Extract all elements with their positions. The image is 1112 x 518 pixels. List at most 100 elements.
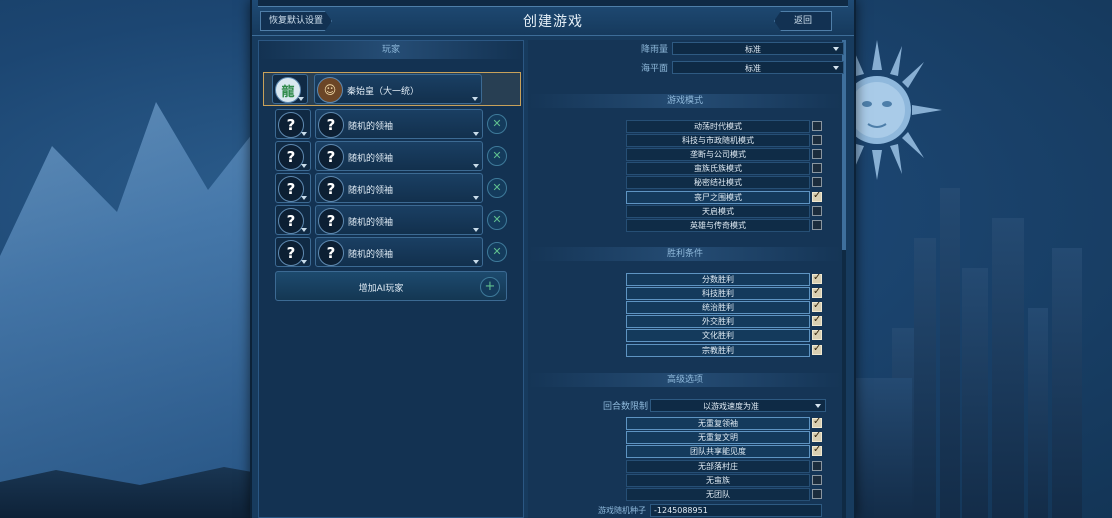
checkbox-option[interactable]: 蛮族氏族模式 xyxy=(626,162,824,176)
checkbox-option-label: 无蛮族 xyxy=(626,473,810,487)
checkbox-option[interactable]: 无重复领袖 ✓ xyxy=(626,416,824,430)
leader-selector[interactable]: ? 随机的领袖 xyxy=(315,109,483,139)
rainfall-value: 标准 xyxy=(745,45,761,54)
scrollbar[interactable] xyxy=(842,40,846,518)
game-modes-title: 游戏模式 xyxy=(528,94,842,108)
background-city xyxy=(852,158,1112,518)
checkbox-option[interactable]: 统治胜利 ✓ xyxy=(626,300,824,315)
checkbox-option-label: 英雄与传奇模式 xyxy=(626,218,810,232)
remove-player-button[interactable]: ✕ xyxy=(487,210,507,230)
leader-selector[interactable]: ? 随机的领袖 xyxy=(315,141,483,171)
checkbox-option[interactable]: 秘密结社模式 xyxy=(626,176,824,190)
seed-row: 游戏随机种子 -1245088951 xyxy=(598,504,848,518)
checkbox[interactable] xyxy=(812,149,822,160)
add-ai-player-button[interactable]: 增加AI玩家 + xyxy=(275,271,507,301)
remove-player-button[interactable]: ✕ xyxy=(487,178,507,198)
checkbox[interactable] xyxy=(812,135,822,146)
checkbox-option-label: 无团队 xyxy=(626,488,810,501)
checkbox[interactable]: ✓ xyxy=(812,286,822,299)
checkbox[interactable]: ✓ xyxy=(812,416,822,428)
sea-level-dropdown[interactable]: 标准 xyxy=(672,61,844,74)
leader-selector[interactable]: ☺ 秦始皇（大一统） xyxy=(314,74,482,104)
checkbox-option[interactable]: 科技与市政随机模式 xyxy=(626,134,824,148)
checkbox-option-label: 无重复文明 xyxy=(626,431,810,445)
title-bar: 恢复默认设置 创建游戏 返回 xyxy=(252,0,854,36)
chevron-down-icon xyxy=(473,132,479,136)
checkbox[interactable]: ✓ xyxy=(812,272,822,284)
remove-player-button[interactable]: ✕ xyxy=(487,146,507,166)
checkbox-option-label: 动荡时代模式 xyxy=(626,120,810,133)
back-button[interactable]: 返回 xyxy=(774,11,832,31)
civ-selector[interactable]: 龍 xyxy=(272,74,308,104)
sea-level-value: 标准 xyxy=(745,64,761,73)
chevron-down-icon xyxy=(301,164,307,168)
checkmark-icon: ✓ xyxy=(813,314,822,326)
checkbox-option-label: 统治胜利 xyxy=(626,301,810,315)
seed-input[interactable]: -1245088951 xyxy=(650,504,822,517)
checkbox[interactable]: ✓ xyxy=(812,300,822,313)
checkbox-option[interactable]: 分数胜利 ✓ xyxy=(626,272,824,286)
checkbox[interactable] xyxy=(812,177,822,188)
checkbox-option[interactable]: 无蛮族 xyxy=(626,473,824,487)
victory-title: 胜利条件 xyxy=(528,247,842,261)
checkbox[interactable] xyxy=(812,489,822,499)
checkbox[interactable]: ✓ xyxy=(812,328,822,341)
checkbox-option[interactable]: 团队共享能见度 ✓ xyxy=(626,444,824,459)
add-ai-label: 增加AI玩家 xyxy=(358,284,404,294)
checkbox[interactable]: ✓ xyxy=(812,430,822,443)
checkbox[interactable] xyxy=(812,205,822,216)
civ-selector[interactable]: ? xyxy=(275,109,311,139)
chevron-down-icon xyxy=(473,196,479,200)
checkbox[interactable]: ✓ xyxy=(812,314,822,327)
checkbox-option[interactable]: 无团队 xyxy=(626,488,824,501)
checkbox-option[interactable]: 动荡时代模式 xyxy=(626,120,824,133)
leader-name: 随机的领袖 xyxy=(348,218,394,228)
remove-player-button[interactable]: ✕ xyxy=(487,114,507,134)
checkbox[interactable] xyxy=(812,474,822,485)
checkbox-option[interactable]: 无重复文明 ✓ xyxy=(626,430,824,445)
checkbox[interactable] xyxy=(812,460,822,471)
civ-selector[interactable]: ? xyxy=(275,141,311,171)
checkbox[interactable]: ✓ xyxy=(812,444,822,457)
checkbox-option[interactable]: 文化胜利 ✓ xyxy=(626,328,824,343)
checkbox[interactable] xyxy=(812,219,822,230)
player-row-ai: ? ? 随机的领袖 ✕ xyxy=(275,205,507,235)
checkbox[interactable]: ✓ xyxy=(812,343,822,355)
settings-column: 降雨量 标准 海平面 标准 游戏模式 动荡时代模式 科技与市政随机模式 垄断与公司模… xyxy=(528,40,846,518)
player-row-ai: ? ? 随机的领袖 ✕ xyxy=(275,109,507,139)
random-leader-icon: ? xyxy=(318,208,344,234)
checkbox[interactable] xyxy=(812,163,822,174)
checkbox-option-label: 无部落村庄 xyxy=(626,459,810,473)
checkbox-option[interactable]: 天启模式 xyxy=(626,204,824,218)
chevron-down-icon xyxy=(473,228,479,232)
turn-limit-dropdown[interactable]: 以游戏速度为准 xyxy=(650,399,826,412)
civ-selector[interactable]: ? xyxy=(275,237,311,267)
plus-icon: + xyxy=(480,277,500,297)
turn-limit-row: 回合数限制 以游戏速度为准 xyxy=(528,399,846,413)
checkmark-icon: ✓ xyxy=(813,416,822,427)
rainfall-row: 降雨量 标准 xyxy=(528,42,846,56)
checkmark-icon: ✓ xyxy=(813,189,822,201)
civ-selector[interactable]: ? xyxy=(275,173,311,203)
chevron-down-icon xyxy=(473,164,479,168)
remove-player-button[interactable]: ✕ xyxy=(487,242,507,262)
checkbox-option[interactable]: 丧尸之围模式 ✓ xyxy=(626,189,824,204)
checkbox-option[interactable]: 无部落村庄 xyxy=(626,459,824,473)
checkbox-option[interactable]: 外交胜利 ✓ xyxy=(626,314,824,329)
leader-selector[interactable]: ? 随机的领袖 xyxy=(315,205,483,235)
checkbox-option[interactable]: 宗教胜利 ✓ xyxy=(626,343,824,357)
random-leader-icon: ? xyxy=(318,112,344,138)
checkbox-option[interactable]: 科技胜利 ✓ xyxy=(626,286,824,301)
players-column: 玩家 龍 ☺ 秦始皇（大一统） ? ? 随机的领袖 ✕ ? ? 随机的领袖 ✕ … xyxy=(258,40,524,518)
checkbox[interactable]: ✓ xyxy=(812,189,822,202)
leader-selector[interactable]: ? 随机的领袖 xyxy=(315,237,483,267)
checkbox-option-label: 丧尸之围模式 xyxy=(626,190,810,204)
rainfall-dropdown[interactable]: 标准 xyxy=(672,42,844,55)
checkbox-option[interactable]: 垄断与公司模式 xyxy=(626,148,824,162)
checkbox[interactable] xyxy=(812,121,822,131)
checkbox-option-label: 宗教胜利 xyxy=(626,343,810,357)
checkmark-icon: ✓ xyxy=(813,328,822,340)
checkbox-option[interactable]: 英雄与传奇模式 xyxy=(626,218,824,232)
leader-selector[interactable]: ? 随机的领袖 xyxy=(315,173,483,203)
civ-selector[interactable]: ? xyxy=(275,205,311,235)
